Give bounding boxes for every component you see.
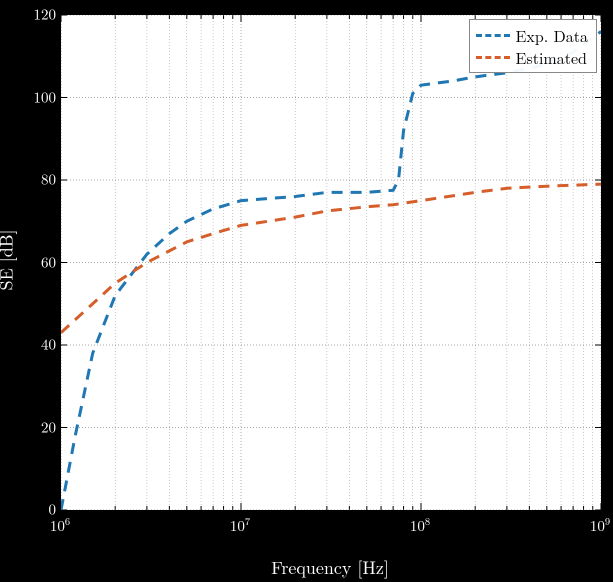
- y-tick-label: 20: [6, 416, 56, 437]
- chart-container: SE [dB] Frequency [Hz] Exp. Data Estimat…: [0, 0, 613, 582]
- y-tick-label: 0: [6, 499, 56, 520]
- legend-swatch-exp: [476, 34, 510, 37]
- y-tick-label: 120: [6, 4, 56, 25]
- x-tick-label: 108: [410, 514, 430, 536]
- legend-label-est: Estimated: [516, 46, 587, 69]
- y-tick-label: 60: [6, 251, 56, 272]
- plot-area: Exp. Data Estimated: [60, 14, 602, 511]
- legend: Exp. Data Estimated: [469, 19, 597, 73]
- x-tick-label: 109: [590, 514, 610, 536]
- legend-swatch-est: [476, 56, 510, 59]
- legend-item-estimated: Estimated: [476, 46, 588, 68]
- x-tick-label: 106: [50, 514, 70, 536]
- y-tick-label: 80: [6, 169, 56, 190]
- y-tick-label: 40: [6, 334, 56, 355]
- legend-item-exp-data: Exp. Data: [476, 24, 588, 46]
- plot-svg: [61, 15, 601, 510]
- x-axis-label: Frequency [Hz]: [60, 555, 600, 580]
- legend-label-exp: Exp. Data: [516, 24, 588, 47]
- y-tick-label: 100: [6, 86, 56, 107]
- x-tick-label: 107: [230, 514, 250, 536]
